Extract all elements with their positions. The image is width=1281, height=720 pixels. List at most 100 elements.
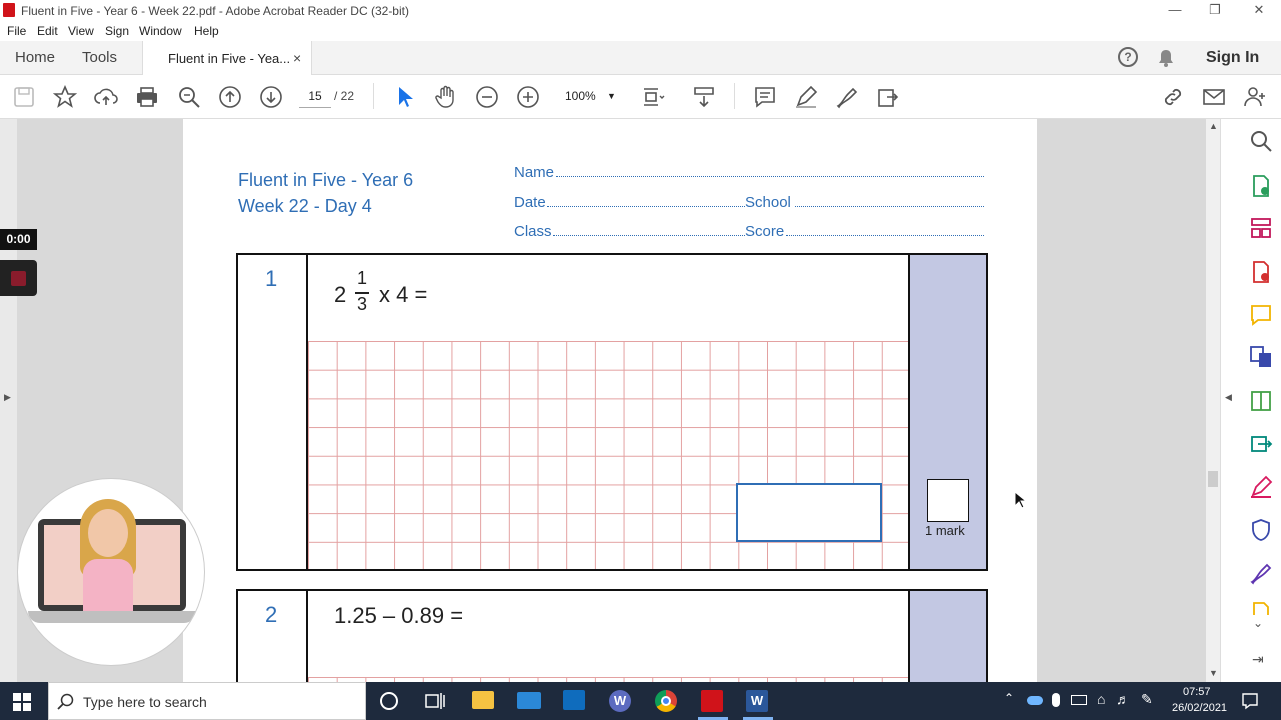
menu-edit[interactable]: Edit <box>37 24 58 38</box>
zoom-out-icon[interactable] <box>475 85 499 109</box>
create-pdf-icon[interactable] <box>1249 260 1271 283</box>
protect-shield-icon[interactable] <box>1249 518 1271 541</box>
tab-home[interactable]: Home <box>15 49 55 66</box>
tab-document[interactable]: Fluent in Five - Yea... × <box>142 41 312 75</box>
upload-cloud-icon[interactable] <box>94 85 118 109</box>
mark-column: 1 mark <box>908 255 986 569</box>
menu-sign[interactable]: Sign <box>105 24 129 38</box>
menu-file[interactable]: File <box>7 24 26 38</box>
class-field-line[interactable] <box>553 235 745 236</box>
share-icon[interactable] <box>876 85 900 109</box>
comment-tool-icon[interactable] <box>1249 303 1271 326</box>
compress-pdf-icon[interactable] <box>1249 389 1271 411</box>
scroll-down-icon[interactable]: ▼ <box>1209 668 1218 678</box>
school-field-line[interactable] <box>795 206 984 207</box>
tab-tools[interactable]: Tools <box>82 49 117 66</box>
scroll-thumb[interactable] <box>1208 471 1218 487</box>
onedrive-icon[interactable] <box>1027 696 1043 705</box>
chrome-icon[interactable] <box>655 690 677 712</box>
scroll-mode-icon[interactable] <box>692 85 716 109</box>
microphone-icon[interactable] <box>1052 693 1060 707</box>
file-explorer-icon[interactable] <box>472 691 494 709</box>
hand-tool-icon[interactable] <box>434 85 458 109</box>
more-tools-icon[interactable] <box>1249 601 1271 615</box>
sign-in-button[interactable]: Sign In <box>1206 49 1259 67</box>
zoom-level-dropdown[interactable]: 100% ▼ <box>557 86 619 108</box>
collapse-right-pane-icon[interactable]: ⇥ <box>1252 651 1264 668</box>
add-user-icon[interactable] <box>1243 85 1267 109</box>
star-icon[interactable] <box>52 84 78 109</box>
zoom-level: 100% <box>565 89 596 103</box>
page-fit-icon[interactable] <box>641 85 665 109</box>
export-pdf-icon[interactable] <box>1249 174 1271 197</box>
menu-bar: File Edit View Sign Window Help <box>0 21 1281 41</box>
recording-timer: 0:00 <box>0 229 37 250</box>
collapse-pane-icon[interactable]: ◀ <box>1225 392 1232 403</box>
show-hidden-icons[interactable]: ⌃ <box>1004 691 1014 705</box>
next-page-icon[interactable] <box>259 85 283 109</box>
worksheet-title: Fluent in Five - Year 6 <box>238 170 414 190</box>
cortana-icon[interactable] <box>380 692 398 710</box>
previous-page-icon[interactable] <box>218 85 242 109</box>
minimize-button[interactable]: — <box>1153 0 1197 21</box>
search-glass-icon <box>57 693 74 710</box>
request-signature-icon[interactable] <box>1249 561 1272 585</box>
zoom-in-icon[interactable] <box>516 85 540 109</box>
record-button[interactable] <box>0 260 37 296</box>
fraction-numerator: 1 <box>357 268 368 288</box>
link-icon[interactable] <box>1161 85 1185 109</box>
page-number-input[interactable]: 15 <box>299 86 331 108</box>
save-icon[interactable] <box>12 85 36 109</box>
zoom-search-icon[interactable] <box>177 85 201 109</box>
restore-button[interactable]: ❐ <box>1193 0 1237 21</box>
comment-icon[interactable] <box>753 85 777 109</box>
scroll-tools-down-icon[interactable]: ⌄ <box>1253 616 1263 630</box>
answer-box[interactable] <box>736 483 882 542</box>
windows-start-icon[interactable] <box>13 693 31 711</box>
wifi-icon[interactable]: ⌂ <box>1097 691 1105 707</box>
clock-date[interactable]: 26/02/2021 <box>1172 702 1227 714</box>
expand-left-icon[interactable]: ▶ <box>4 392 11 403</box>
volume-icon[interactable]: ♬ <box>1116 691 1130 707</box>
notification-center-icon[interactable] <box>1241 692 1259 710</box>
menu-help[interactable]: Help <box>194 24 219 38</box>
scroll-up-icon[interactable]: ▲ <box>1209 121 1218 131</box>
close-window-button[interactable]: ✕ <box>1237 0 1281 21</box>
search-icon[interactable] <box>1249 129 1272 152</box>
worksheet-subtitle: Week 22 - Day 4 <box>238 196 372 216</box>
document-tab-label: Fluent in Five - Yea... <box>168 51 291 66</box>
clock-time[interactable]: 07:57 <box>1183 686 1211 698</box>
organize-pages-icon[interactable] <box>1249 216 1271 238</box>
taskbar-search-box[interactable]: Type here to search <box>48 682 366 720</box>
left-pane-toggle[interactable]: ▶ <box>0 119 17 682</box>
fraction-denominator: 3 <box>357 294 368 314</box>
date-field-line[interactable] <box>547 206 745 207</box>
help-icon[interactable]: ? <box>1118 47 1138 67</box>
name-field-line[interactable] <box>556 176 984 177</box>
chevron-down-icon: ▼ <box>607 91 616 101</box>
mail-icon[interactable] <box>1202 85 1226 109</box>
word-icon[interactable]: W <box>746 690 768 712</box>
school-field-label: School <box>745 194 791 211</box>
store-icon[interactable] <box>563 690 585 710</box>
menu-window[interactable]: Window <box>139 24 182 38</box>
combine-files-icon[interactable] <box>1249 345 1271 367</box>
bell-icon[interactable] <box>1157 48 1175 68</box>
close-tab-icon[interactable]: × <box>293 50 301 66</box>
mail-app-icon[interactable] <box>517 692 541 709</box>
mark-box[interactable] <box>927 479 969 522</box>
menu-view[interactable]: View <box>68 24 94 38</box>
pen-icon[interactable]: ✎ <box>1141 691 1153 708</box>
draw-icon[interactable] <box>835 85 859 109</box>
fill-sign-icon[interactable] <box>1249 475 1273 498</box>
score-field-line[interactable] <box>786 235 984 236</box>
whiteboard-icon[interactable]: W <box>609 690 631 712</box>
battery-icon[interactable] <box>1071 695 1087 705</box>
highlight-pen-icon[interactable] <box>794 85 818 109</box>
print-icon[interactable] <box>135 85 159 109</box>
task-view-icon[interactable] <box>425 692 445 710</box>
send-for-review-icon[interactable] <box>1249 432 1273 454</box>
vertical-scrollbar[interactable]: ▲ ▼ <box>1206 119 1220 682</box>
acrobat-taskbar-icon[interactable] <box>701 690 723 712</box>
select-arrow-icon[interactable] <box>393 85 417 109</box>
